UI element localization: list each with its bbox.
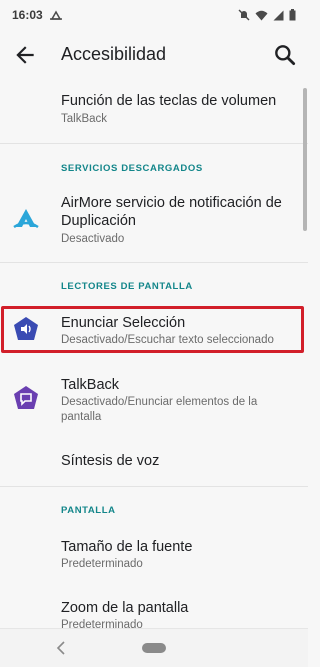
list-item-zoom[interactable]: Zoom de la pantalla Predeterminado <box>0 592 300 631</box>
list-item-tts[interactable]: Síntesis de voz <box>0 444 300 478</box>
item-subtitle: Desactivado <box>61 233 125 245</box>
item-subtitle: TalkBack <box>61 113 108 125</box>
wifi-icon <box>255 10 268 20</box>
scrollbar[interactable] <box>303 88 307 231</box>
nav-back-icon[interactable] <box>54 640 68 656</box>
cloud-icon <box>49 10 62 20</box>
list-item-talkback[interactable]: TalkBack Desactivado/Enunciar elementos … <box>0 370 300 432</box>
section-header-downloaded: SERVICIOS DESCARGADOS <box>61 163 203 174</box>
item-title: Función de las teclas de volumen <box>61 93 277 109</box>
arrow-back-icon[interactable] <box>12 42 38 68</box>
talkback-icon <box>14 386 38 409</box>
airmore-icon <box>13 209 39 229</box>
item-title: Tamaño de la fuente <box>61 539 193 555</box>
list-item-font-size[interactable]: Tamaño de la fuente Predeterminado <box>0 532 300 574</box>
list-item-airmore[interactable]: AirMore servicio de notificación de Dupl… <box>0 188 300 250</box>
item-title: Zoom de la pantalla <box>61 600 189 616</box>
status-time: 16:03 <box>12 8 43 22</box>
status-bar: 16:03 <box>0 0 308 30</box>
item-subtitle-line2: pantalla <box>61 411 102 423</box>
divider <box>0 262 308 263</box>
section-header-display: PANTALLA <box>61 505 116 516</box>
item-title: Síntesis de voz <box>61 453 160 469</box>
divider <box>0 486 308 487</box>
status-icons <box>238 9 296 21</box>
nav-home-pill[interactable] <box>142 643 166 653</box>
item-title-line1: AirMore servicio de notificación de <box>61 195 282 211</box>
battery-icon <box>289 9 296 21</box>
page-title: Accesibilidad <box>61 44 167 64</box>
navigation-bar <box>0 628 308 667</box>
section-header-screen-readers: LECTORES DE PANTALLA <box>61 281 193 292</box>
item-title: TalkBack <box>61 377 120 393</box>
signal-icon <box>273 10 284 20</box>
divider <box>0 143 308 144</box>
screen: 16:03 Accesibilidad Función de las tecla… <box>0 0 308 667</box>
list-item-volume-keys[interactable]: Función de las teclas de volumen TalkBac… <box>0 88 300 134</box>
notifications-off-icon <box>238 9 250 21</box>
item-title-line2: Duplicación <box>61 213 136 229</box>
app-bar: Accesibilidad <box>0 30 308 80</box>
item-subtitle-line1: Desactivado/Enunciar elementos de la <box>61 396 258 408</box>
item-subtitle: Predeterminado <box>61 558 143 570</box>
search-icon[interactable] <box>272 42 298 68</box>
highlight-box <box>1 306 304 353</box>
